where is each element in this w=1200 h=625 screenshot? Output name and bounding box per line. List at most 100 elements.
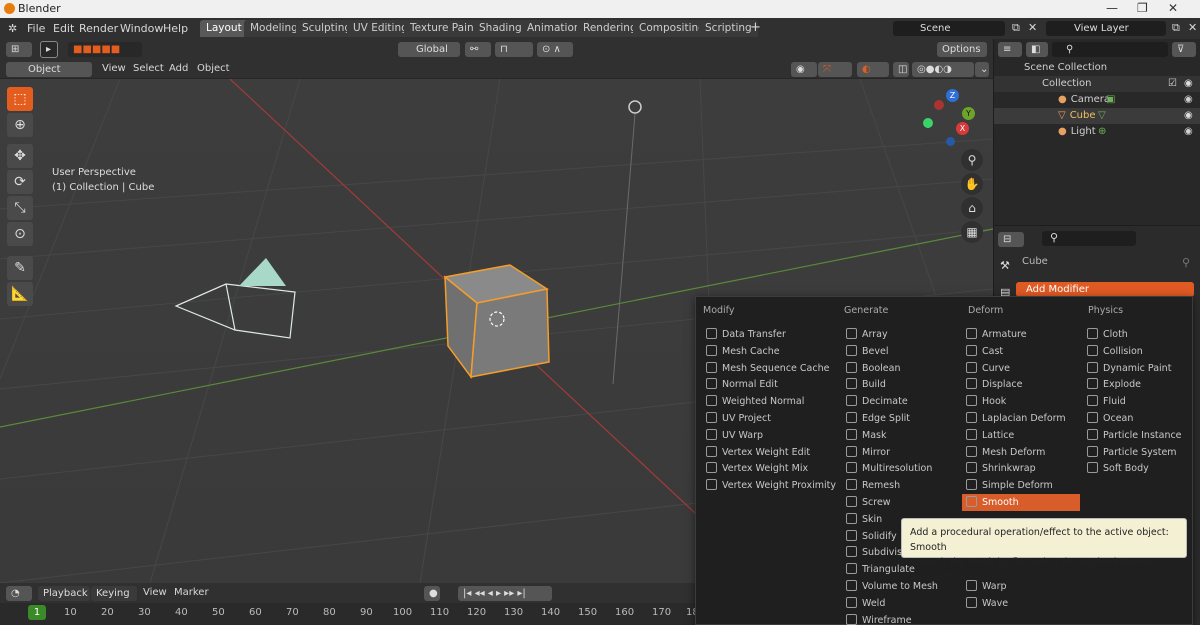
scale-tool-icon[interactable]: ⤡ xyxy=(7,196,33,220)
modifier-item-decimate[interactable]: Decimate xyxy=(842,393,960,410)
add-modifier-button[interactable]: Add Modifier xyxy=(1016,282,1194,297)
menu-edit[interactable]: Edit xyxy=(53,22,74,35)
modifier-item-curve[interactable]: Curve xyxy=(962,360,1080,377)
select-tool-icon[interactable]: ⬚ xyxy=(7,87,33,111)
delete-scene-icon[interactable]: ✕ xyxy=(1028,21,1037,34)
cube-object[interactable] xyxy=(443,264,550,380)
modifier-item-cast[interactable]: Cast xyxy=(962,343,1080,360)
display-mode-icon[interactable]: ◧ xyxy=(1026,42,1048,57)
options-dropdown[interactable]: Options xyxy=(937,42,987,57)
tab-scripting[interactable]: Scripting xyxy=(699,20,758,37)
maximize-button[interactable]: ❐ xyxy=(1137,1,1148,15)
menu-file[interactable]: File xyxy=(27,22,45,35)
keying-menu[interactable]: Keying xyxy=(91,586,137,601)
collection-visibility-icon[interactable]: ◉ xyxy=(1184,76,1193,92)
modifier-item-mesh-sequence-cache[interactable]: Mesh Sequence Cache xyxy=(702,360,832,377)
current-frame-indicator[interactable]: 1 xyxy=(28,605,46,620)
overlays-icon[interactable]: ◐ xyxy=(857,62,889,77)
modifier-item-fluid[interactable]: Fluid xyxy=(1083,393,1200,410)
modifier-item-dynamic-paint[interactable]: Dynamic Paint xyxy=(1083,360,1200,377)
modifier-item-mesh-cache[interactable]: Mesh Cache xyxy=(702,343,832,360)
collection-checkbox-icon[interactable]: ☑ xyxy=(1168,76,1177,92)
camera-visibility-icon[interactable]: ◉ xyxy=(1184,92,1193,108)
delete-view-layer-icon[interactable]: ✕ xyxy=(1188,21,1197,34)
modifier-item-particle-system[interactable]: Particle System xyxy=(1083,444,1200,461)
gizmo-x-icon[interactable]: X xyxy=(956,122,969,135)
new-scene-icon[interactable]: ⧉ xyxy=(1012,21,1020,35)
modifier-item-remesh[interactable]: Remesh xyxy=(842,477,960,494)
modifier-item-wave[interactable]: Wave xyxy=(962,595,1080,612)
modifier-item-mirror[interactable]: Mirror xyxy=(842,444,960,461)
outliner-item-camera[interactable]: ● Camera ▣ ◉ xyxy=(994,92,1200,108)
blender-menu-icon[interactable]: ✲ xyxy=(8,22,17,35)
move-tool-icon[interactable]: ✥ xyxy=(7,144,33,168)
modifier-item-uv-warp[interactable]: UV Warp xyxy=(702,427,832,444)
close-button[interactable]: ✕ xyxy=(1168,1,1178,15)
rotate-tool-icon[interactable]: ⟳ xyxy=(7,170,33,194)
select-mode-icon[interactable]: ▸ xyxy=(40,41,58,58)
navigation-gizmo[interactable]: Z Y X xyxy=(918,89,988,151)
tab-texture-paint[interactable]: Texture Paint xyxy=(404,20,484,37)
modifier-item-laplacian-deform[interactable]: Laplacian Deform xyxy=(962,410,1080,427)
viewport-menu-object[interactable]: Object xyxy=(197,63,230,74)
gizmo-neg-x-icon[interactable] xyxy=(934,100,944,110)
modifier-item-edge-split[interactable]: Edge Split xyxy=(842,410,960,427)
new-view-layer-icon[interactable]: ⧉ xyxy=(1172,21,1180,35)
pan-hand-icon[interactable]: ✋ xyxy=(961,173,983,195)
tab-shading[interactable]: Shading xyxy=(473,20,528,37)
playback-controls-icon[interactable]: |◂ ◂◂ ◂ ▸ ▸▸ ▸| xyxy=(458,586,552,601)
modifier-item-lattice[interactable]: Lattice xyxy=(962,427,1080,444)
viewport-menu-add[interactable]: Add xyxy=(169,63,188,74)
scene-selector[interactable]: Scene xyxy=(893,21,1005,36)
minimize-button[interactable]: — xyxy=(1106,1,1118,15)
viewport-menu-view[interactable]: View xyxy=(102,63,126,74)
modifier-item-uv-project[interactable]: UV Project xyxy=(702,410,832,427)
tool-tab-icon[interactable]: ⚒ xyxy=(1000,259,1010,272)
selection-modes-icon[interactable]: ■■■■■ xyxy=(68,42,142,57)
modifier-item-normal-edit[interactable]: Normal Edit xyxy=(702,376,832,393)
xray-icon[interactable]: ◫ xyxy=(893,62,909,77)
modifier-item-explode[interactable]: Explode xyxy=(1083,376,1200,393)
modifier-item-mask[interactable]: Mask xyxy=(842,427,960,444)
measure-tool-icon[interactable]: 📐 xyxy=(7,282,33,306)
gizmo-y-icon[interactable]: Y xyxy=(962,107,975,120)
outliner-editor-icon[interactable]: ≡ xyxy=(998,42,1022,57)
tab-layout[interactable]: Layout xyxy=(200,20,248,37)
modifier-item-simple-deform[interactable]: Simple Deform xyxy=(962,477,1080,494)
modifier-item-vertex-weight-edit[interactable]: Vertex Weight Edit xyxy=(702,444,832,461)
annotate-tool-icon[interactable]: ✎ xyxy=(7,256,33,280)
camera-view-icon[interactable]: ⌂ xyxy=(961,197,983,219)
gizmo-toggle-icon[interactable]: ⤧ xyxy=(818,62,852,77)
modifier-item-screw[interactable]: Screw xyxy=(842,494,960,511)
collection-row[interactable]: Collection ☑ ◉ xyxy=(994,76,1200,92)
shading-options-icon[interactable]: ⌄ xyxy=(975,62,989,77)
light-visibility-icon[interactable]: ◉ xyxy=(1184,124,1193,140)
cursor-tool-icon[interactable]: ⊕ xyxy=(7,113,33,137)
modifier-item-collision[interactable]: Collision xyxy=(1083,343,1200,360)
zoom-icon[interactable]: ⚲ xyxy=(961,149,983,171)
properties-search-input[interactable]: ⚲ xyxy=(1042,231,1136,246)
modifier-item-multiresolution[interactable]: Multiresolution xyxy=(842,460,960,477)
modifier-item-wireframe[interactable]: Wireframe xyxy=(842,612,960,625)
timeline-editor-icon[interactable]: ◔ xyxy=(6,586,32,601)
modifier-item-ocean[interactable]: Ocean xyxy=(1083,410,1200,427)
modifier-item-weighted-normal[interactable]: Weighted Normal xyxy=(702,393,832,410)
mode-dropdown[interactable]: Object Mode xyxy=(6,62,92,90)
gizmo-neg-z-icon[interactable] xyxy=(946,137,955,146)
playback-menu[interactable]: Playback xyxy=(38,586,90,601)
modifier-item-displace[interactable]: Displace xyxy=(962,376,1080,393)
perspective-toggle-icon[interactable]: ▦ xyxy=(961,221,983,243)
menu-help[interactable]: Help xyxy=(163,22,188,35)
modifier-item-smooth[interactable]: Smooth xyxy=(962,494,1080,511)
pin-icon[interactable]: ⚲ xyxy=(1182,256,1190,269)
gizmo-neg-y-icon[interactable] xyxy=(923,118,933,128)
view-layer-selector[interactable]: View Layer xyxy=(1046,21,1166,36)
modifier-item-boolean[interactable]: Boolean xyxy=(842,360,960,377)
visibility-icon[interactable]: ◉ xyxy=(791,62,817,77)
modifier-item-vertex-weight-mix[interactable]: Vertex Weight Mix xyxy=(702,460,832,477)
scene-collection-row[interactable]: Scene Collection xyxy=(994,60,1200,76)
modifier-item-cloth[interactable]: Cloth xyxy=(1083,326,1200,343)
proportional-edit-icon[interactable]: ⊙ ∧ xyxy=(537,42,573,57)
outliner-item-cube[interactable]: ▽ Cube ▽ ◉ xyxy=(994,108,1200,124)
add-workspace-button[interactable]: + xyxy=(750,20,761,35)
